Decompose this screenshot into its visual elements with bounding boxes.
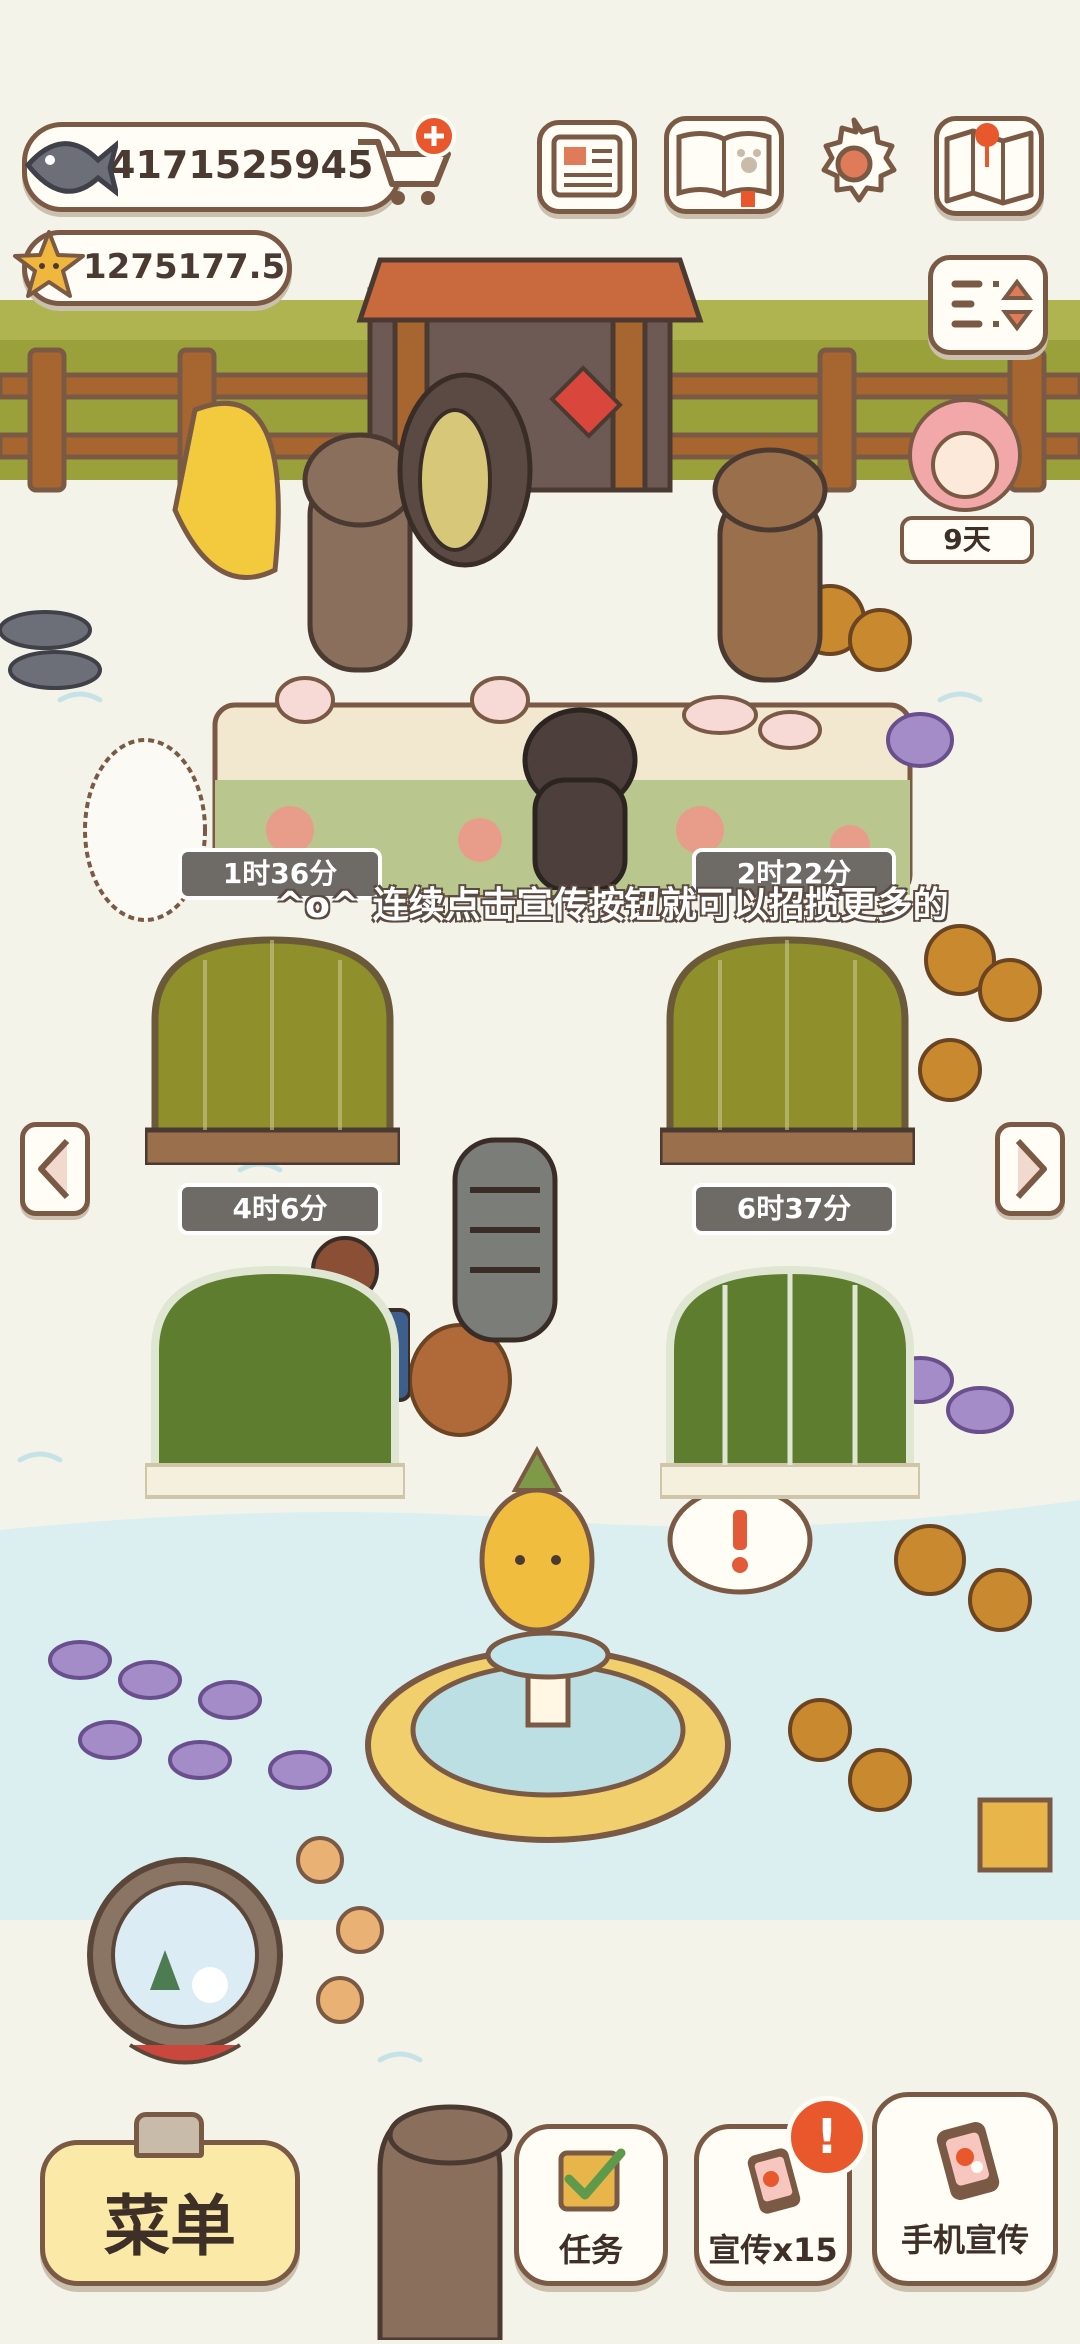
checkbox-check-icon (558, 2148, 626, 2212)
phone-promote-button[interactable]: 手机宣传 (872, 2092, 1058, 2286)
menu-button[interactable]: 菜单 (40, 2140, 300, 2286)
event-days-badge[interactable]: 9天 (900, 516, 1034, 564)
tasks-button[interactable]: 任务 (514, 2124, 668, 2286)
promote-alert-badge-text: ! (816, 2109, 838, 2165)
map-button[interactable] (934, 116, 1044, 216)
chevron-left-icon (38, 1138, 70, 1200)
promote-alert-badge: ! (786, 2096, 868, 2178)
deer-character (700, 430, 840, 690)
fish-icon (24, 140, 118, 197)
sort-toggle-icon (951, 278, 1033, 332)
star-currency-value: 1275177.5 (83, 247, 286, 287)
star-icon (13, 230, 85, 298)
greenhouse-timer-3: 4时6分 (178, 1183, 382, 1235)
paw-book-icon (676, 131, 772, 207)
greenhouse-1[interactable] (142, 930, 403, 1168)
chevron-right-icon (1015, 1138, 1047, 1200)
greenhouse-3[interactable] (143, 1260, 407, 1500)
tip-marquee: ^o^ 连续点击宣传按钮就可以招揽更多的 (275, 885, 949, 926)
scroll-right-button[interactable] (995, 1122, 1065, 1216)
phone-promote-button-label: 手机宣传 (900, 2221, 1029, 2259)
newspaper-icon (551, 134, 623, 198)
sort-toggle-button[interactable] (928, 255, 1048, 355)
goat-character (75, 720, 215, 950)
princess-character (905, 390, 1025, 520)
greenhouse-2[interactable] (657, 930, 918, 1168)
newspaper-button[interactable] (537, 120, 637, 214)
map-icon (944, 123, 1034, 206)
fish-currency-value: 4171525945 (109, 143, 374, 187)
greenhouse-4[interactable] (658, 1260, 922, 1500)
paw-book-button[interactable] (664, 116, 784, 214)
scroll-left-button[interactable] (20, 1122, 90, 1216)
tasks-button-label: 任务 (558, 2231, 623, 2269)
bear-character (520, 690, 640, 893)
zebra-character (440, 1110, 570, 1350)
settings-button[interactable] (806, 114, 902, 210)
gear-icon (821, 117, 897, 203)
clipboard-clip-icon (134, 2112, 204, 2158)
hedgehog-character (395, 360, 535, 580)
shopping-cart-plus-icon (358, 114, 456, 205)
phone-promo-large-icon (936, 2122, 1000, 2200)
buy-fish-button[interactable] (348, 112, 458, 212)
menu-button-label: 菜单 (104, 2188, 236, 2265)
promote-button-label: 宣传x15 (708, 2231, 838, 2269)
greenhouse-timer-4: 6时37分 (692, 1183, 896, 1235)
